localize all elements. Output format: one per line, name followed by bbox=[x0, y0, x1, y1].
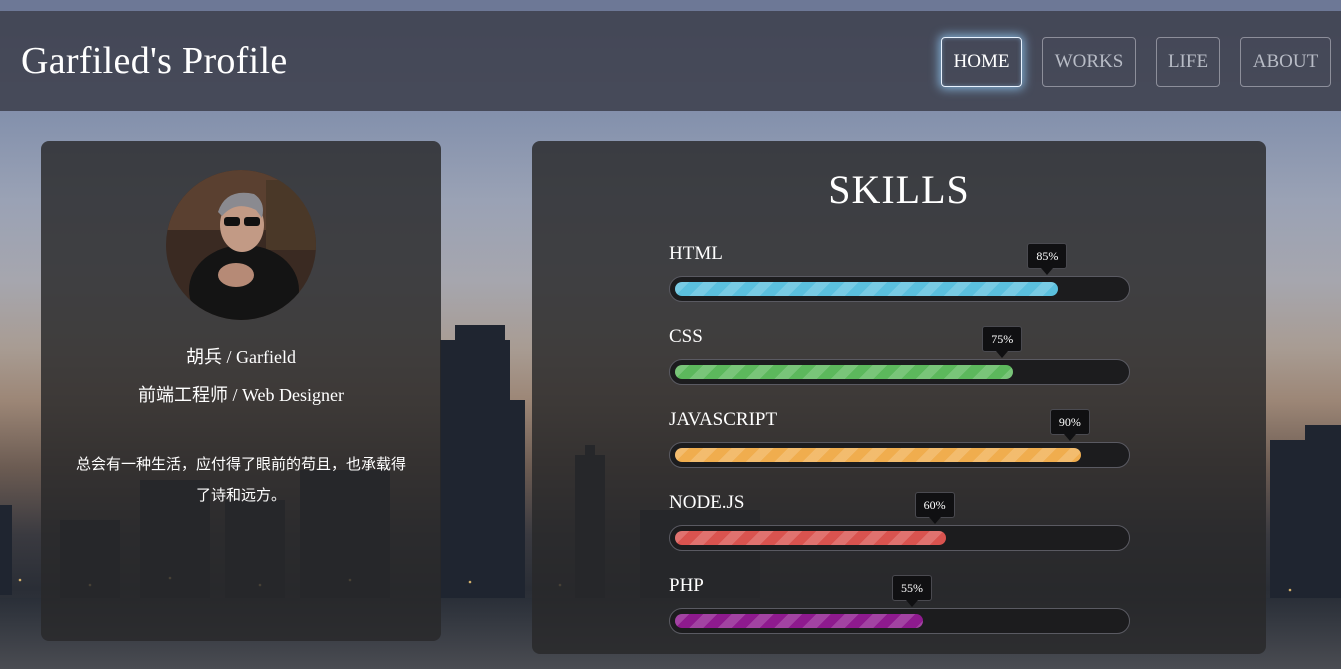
navbar: Garfiled's Profile HOME WORKS LIFE ABOUT bbox=[0, 11, 1341, 111]
nav-works-button[interactable]: WORKS bbox=[1042, 37, 1136, 87]
skill-percent-tooltip: 55% bbox=[892, 575, 933, 607]
skill-css: CSS 75% bbox=[669, 326, 1130, 386]
skill-progress-bar bbox=[675, 448, 1081, 462]
skill-label: NODE.JS bbox=[669, 492, 745, 513]
skill-progress-track bbox=[669, 359, 1130, 385]
skill-percent-tooltip: 90% bbox=[1049, 409, 1090, 441]
skills-panel: SKILLS HTML 85% CSS 75% JAVASCRIPT 90% N… bbox=[532, 141, 1266, 654]
profile-name: 胡兵 / Garfield bbox=[186, 347, 296, 367]
nav-home-button[interactable]: HOME bbox=[941, 37, 1022, 87]
profile-motto: 总会有一种生活，应付得了眼前的苟且，也承载得了诗和远方。 bbox=[75, 455, 406, 504]
skill-html: HTML 85% bbox=[669, 243, 1130, 303]
skills-heading: SKILLS bbox=[828, 167, 970, 212]
skill-progress-track bbox=[669, 608, 1130, 634]
skill-progress-track bbox=[669, 525, 1130, 551]
skill-php: PHP 55% bbox=[669, 575, 1130, 635]
skill-percent-tooltip: 60% bbox=[914, 492, 955, 524]
skill-progress-bar bbox=[675, 365, 1014, 379]
skill-percent-tooltip: 75% bbox=[982, 326, 1023, 358]
skill-progress-bar bbox=[675, 282, 1059, 296]
skill-progress-track bbox=[669, 276, 1130, 302]
profile-card: 胡兵 / Garfield 前端工程师 / Web Designer 总会有一种… bbox=[41, 141, 441, 641]
skill-label: CSS bbox=[669, 326, 703, 347]
skill-label: HTML bbox=[669, 243, 723, 264]
site-brand[interactable]: Garfiled's Profile bbox=[21, 39, 288, 83]
skill-nodejs: NODE.JS 60% bbox=[669, 492, 1130, 552]
skill-progress-bar bbox=[675, 614, 924, 628]
skill-progress-bar bbox=[675, 531, 946, 545]
nav-about-button[interactable]: ABOUT bbox=[1240, 37, 1331, 87]
top-strip bbox=[0, 0, 1341, 11]
skill-label: PHP bbox=[669, 575, 704, 596]
avatar bbox=[166, 170, 316, 320]
skill-javascript: JAVASCRIPT 90% bbox=[669, 409, 1130, 469]
profile-title: 前端工程师 / Web Designer bbox=[137, 385, 344, 405]
skill-label: JAVASCRIPT bbox=[669, 409, 778, 430]
skill-progress-track bbox=[669, 442, 1130, 468]
nav-life-button[interactable]: LIFE bbox=[1156, 37, 1220, 87]
avatar-photo bbox=[166, 170, 316, 320]
skill-percent-tooltip: 85% bbox=[1027, 243, 1068, 275]
